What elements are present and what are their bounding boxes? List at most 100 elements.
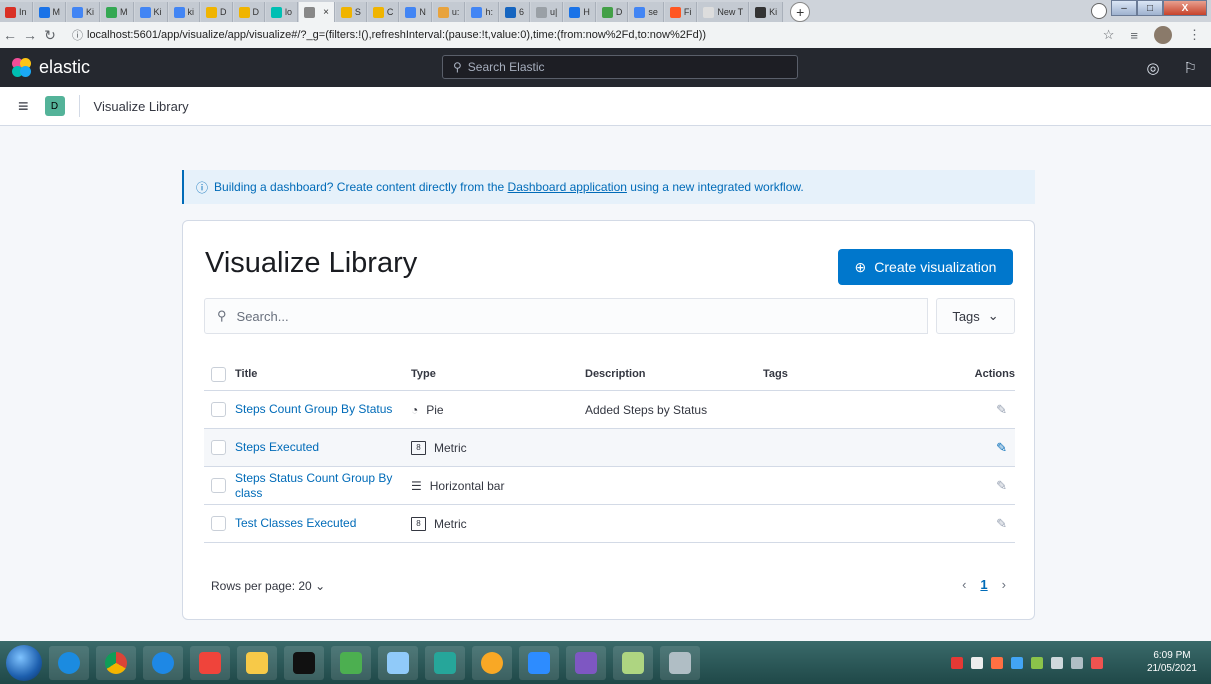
info-icon[interactable]: ⓘ: [72, 27, 83, 43]
zoom-icon[interactable]: [519, 645, 559, 680]
edge-icon[interactable]: [49, 645, 89, 680]
browser-tab[interactable]: lo: [266, 2, 299, 22]
browser-tab[interactable]: N: [400, 2, 432, 22]
visualization-title-link[interactable]: Steps Count Group By Status: [235, 402, 392, 416]
tray-app-icon[interactable]: [1031, 656, 1043, 669]
tab-label: h:: [485, 7, 493, 17]
edit-pencil-icon[interactable]: ✎: [904, 428, 1015, 467]
menu-toggle-icon[interactable]: ≡: [18, 96, 29, 117]
browser-tab[interactable]: ×: [299, 2, 335, 22]
tab-favicon-icon: [139, 6, 151, 18]
anydesk-icon[interactable]: [190, 645, 230, 680]
row-checkbox[interactable]: [211, 516, 226, 532]
browser-tab[interactable]: S: [335, 2, 367, 22]
column-header-type[interactable]: Type: [410, 358, 584, 391]
notepad-icon[interactable]: [613, 645, 653, 680]
browser-tab[interactable]: New T: [698, 2, 750, 22]
browser-tab[interactable]: D: [596, 2, 629, 22]
news-feed-icon[interactable]: ⚐: [1184, 59, 1197, 77]
network-icon[interactable]: [1051, 656, 1063, 669]
browser-tab[interactable]: h:: [466, 2, 499, 22]
tab-favicon-icon: [601, 6, 613, 18]
help-icon[interactable]: ◎: [1146, 59, 1159, 77]
column-header-description[interactable]: Description: [584, 358, 762, 391]
volume-icon[interactable]: [971, 656, 983, 669]
dashboard-application-link[interactable]: Dashboard application: [508, 180, 627, 194]
browser-tab[interactable]: 6: [499, 2, 530, 22]
page-number[interactable]: 1: [980, 577, 987, 592]
create-visualization-label: Create visualization: [874, 259, 997, 275]
url-field[interactable]: ⓘ localhost:5601/app/visualize/app/visua…: [72, 27, 706, 43]
global-search-input[interactable]: ⚲ Search Elastic: [442, 55, 798, 79]
paint-icon[interactable]: [378, 645, 418, 680]
tray-app-icon[interactable]: [1071, 656, 1083, 669]
tags-filter-button[interactable]: Tags ⌄: [936, 298, 1015, 334]
edit-pencil-icon[interactable]: ✎: [904, 390, 1015, 429]
space-avatar[interactable]: D: [44, 96, 65, 116]
file-explorer-icon[interactable]: [237, 645, 277, 680]
browser-tab[interactable]: H: [564, 2, 596, 22]
browser-tab[interactable]: C: [367, 2, 400, 22]
tab-favicon-icon: [437, 6, 449, 18]
tab-label: D: [615, 7, 623, 17]
elastic-logo[interactable]: elastic: [12, 57, 90, 78]
tray-app-icon[interactable]: [951, 656, 963, 669]
column-header-title[interactable]: Title: [234, 358, 410, 391]
row-checkbox[interactable]: [211, 478, 226, 494]
visualization-title-link[interactable]: Test Classes Executed: [235, 516, 356, 530]
close-window-button[interactable]: X: [1163, 0, 1207, 16]
star-icon[interactable]: ☆: [1103, 27, 1115, 43]
browser-tab[interactable]: u:: [432, 2, 466, 22]
browser-tab[interactable]: Fi: [664, 2, 698, 22]
visualization-title-link[interactable]: Steps Executed: [235, 440, 319, 454]
reload-icon[interactable]: ↻: [40, 27, 60, 44]
next-page-icon[interactable]: ›: [1002, 577, 1006, 592]
tab-close-icon[interactable]: ×: [323, 7, 329, 18]
tray-app-icon[interactable]: [1011, 656, 1023, 669]
library-search-input[interactable]: ⚲ Search...: [204, 298, 928, 334]
browser-tab[interactable]: D: [233, 2, 266, 22]
edit-pencil-icon[interactable]: ✎: [904, 466, 1015, 505]
profile-avatar[interactable]: [1154, 26, 1172, 44]
select-all-checkbox[interactable]: [211, 366, 226, 382]
browser-tab[interactable]: In: [0, 2, 33, 22]
browser-tab[interactable]: Ki: [67, 2, 101, 22]
maximize-button[interactable]: □: [1137, 0, 1163, 16]
photos-icon[interactable]: [331, 645, 371, 680]
browser-tab[interactable]: Ki: [750, 2, 784, 22]
browser-tab[interactable]: M: [101, 2, 134, 22]
tab-favicon-icon: [535, 6, 547, 18]
reading-list-icon[interactable]: ≡: [1130, 28, 1138, 43]
new-tab-button[interactable]: +: [790, 2, 811, 22]
tray-app-icon[interactable]: [991, 656, 1003, 669]
chrome-canary-icon[interactable]: [472, 645, 512, 680]
java-ide-icon[interactable]: [566, 645, 606, 680]
row-checkbox[interactable]: [211, 402, 226, 418]
app-icon[interactable]: [425, 645, 465, 680]
edit-pencil-icon[interactable]: ✎: [904, 504, 1015, 543]
browser-tab[interactable]: u|: [530, 2, 564, 22]
create-visualization-button[interactable]: ⊕ Create visualization: [838, 249, 1013, 285]
chrome-icon[interactable]: [96, 645, 136, 680]
previous-page-icon[interactable]: ‹: [962, 577, 966, 592]
browser-tab[interactable]: Ki: [134, 2, 168, 22]
action-center-icon[interactable]: [1091, 656, 1103, 669]
system-clock[interactable]: 6:09 PM 21/05/2021: [1147, 649, 1197, 675]
browser-tab[interactable]: M: [33, 2, 67, 22]
menu-dots-icon[interactable]: ⋮: [1188, 27, 1201, 43]
snipping-tool-icon[interactable]: [660, 645, 700, 680]
browser-tab[interactable]: D: [201, 2, 233, 22]
back-arrow-icon[interactable]: ←: [0, 27, 20, 43]
command-prompt-icon[interactable]: [284, 645, 324, 680]
row-checkbox[interactable]: [211, 440, 226, 456]
extension-icon[interactable]: [1091, 3, 1107, 19]
tab-favicon-icon: [703, 6, 715, 18]
rows-per-page-button[interactable]: Rows per page: 20 ⌄: [211, 579, 325, 593]
minimize-button[interactable]: –: [1111, 0, 1137, 16]
visualization-title-link[interactable]: Steps Status Count Group By class: [235, 471, 392, 500]
forward-arrow-icon[interactable]: →: [20, 27, 40, 43]
start-button-icon[interactable]: [6, 644, 42, 681]
internet-explorer-icon[interactable]: [143, 645, 183, 680]
browser-tab[interactable]: se: [629, 2, 664, 22]
browser-tab[interactable]: ki: [168, 2, 201, 22]
